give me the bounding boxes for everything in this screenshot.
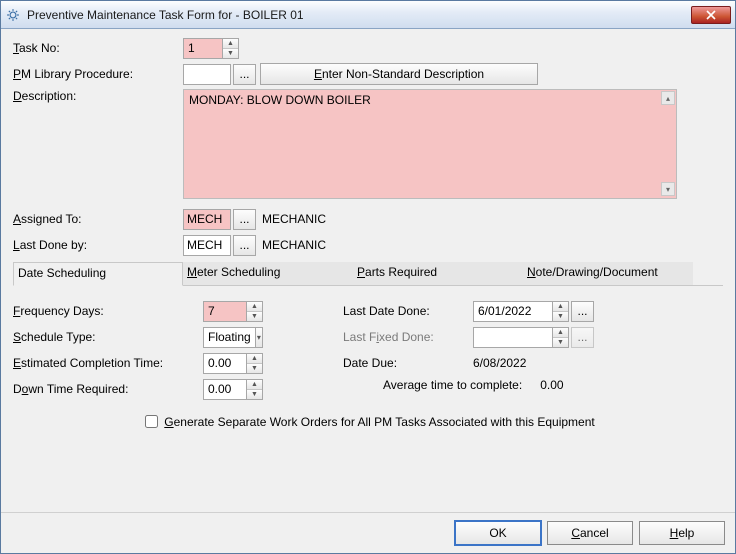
scroll-up-icon[interactable]: ▴ <box>661 91 675 105</box>
label-task-no: Task No: <box>13 41 183 55</box>
spin-down-icon[interactable]: ▼ <box>247 312 262 321</box>
label-avg-time: Average time to complete: <box>383 378 522 392</box>
spin-down-icon[interactable]: ▼ <box>247 364 262 373</box>
label-schedule-type: Schedule Type: <box>13 330 203 344</box>
ok-button[interactable]: OK <box>455 521 541 545</box>
form-body: Task No: ▲▼ PM Library Procedure: ... En… <box>1 29 735 512</box>
down-time-input[interactable] <box>204 380 246 399</box>
spin-up-icon[interactable]: ▲ <box>223 39 238 49</box>
last-date-done-spinner[interactable]: ▲▼ <box>473 301 569 322</box>
description-wrap: MONDAY: BLOW DOWN BOILER ▴ ▾ <box>183 89 677 202</box>
label-last-fixed-done: Last Fixed Done: <box>343 330 473 344</box>
spinner-buttons[interactable]: ▲▼ <box>552 302 568 321</box>
down-time-spinner[interactable]: ▲▼ <box>203 379 263 400</box>
task-no-input[interactable] <box>184 39 222 58</box>
schedule-type-combo[interactable]: Floating ▾ <box>203 327 263 348</box>
label-ect: Estimated Completion Time: <box>13 356 203 370</box>
tabstrip: Date Scheduling Meter Scheduling Parts R… <box>13 262 723 286</box>
label-frequency-days: Frequency Days: <box>13 304 203 318</box>
last-fixed-done-input[interactable] <box>474 328 552 347</box>
spin-up-icon[interactable]: ▲ <box>553 302 568 312</box>
spinner-buttons[interactable]: ▲▼ <box>222 39 238 58</box>
assigned-to-display: MECHANIC <box>256 212 326 226</box>
last-fixed-done-spinner[interactable]: ▲▼ <box>473 327 569 348</box>
ect-spinner[interactable]: ▲▼ <box>203 353 263 374</box>
gear-icon <box>5 7 21 23</box>
avg-time-value: 0.00 <box>540 378 563 392</box>
assigned-to-browse-button[interactable]: ... <box>233 209 256 230</box>
spin-down-icon[interactable]: ▼ <box>553 312 568 321</box>
titlebar[interactable]: Preventive Maintenance Task Form for - B… <box>1 1 735 29</box>
pm-library-input[interactable] <box>183 64 231 85</box>
last-date-done-browse-button[interactable]: ... <box>571 301 594 322</box>
label-date-due: Date Due: <box>343 356 473 370</box>
last-date-done-input[interactable] <box>474 302 552 321</box>
cancel-button[interactable]: Cancel <box>547 521 633 545</box>
spin-down-icon[interactable]: ▼ <box>247 390 262 399</box>
spinner-buttons[interactable]: ▲▼ <box>246 354 262 373</box>
spin-down-icon[interactable]: ▼ <box>553 338 568 347</box>
label-down-time: Down Time Required: <box>13 382 203 396</box>
frequency-days-spinner[interactable]: ▲▼ <box>203 301 263 322</box>
date-due-value: 6/08/2022 <box>473 356 526 370</box>
description-textarea[interactable]: MONDAY: BLOW DOWN BOILER <box>183 89 677 199</box>
tab-parts-required[interactable]: Parts Required <box>353 262 523 285</box>
spinner-buttons[interactable]: ▲▼ <box>246 302 262 321</box>
scroll-down-icon[interactable]: ▾ <box>661 182 675 196</box>
spin-up-icon[interactable]: ▲ <box>247 302 262 312</box>
spin-down-icon[interactable]: ▼ <box>223 49 238 58</box>
label-assigned-to: Assigned To: <box>13 212 183 226</box>
spin-up-icon[interactable]: ▲ <box>553 328 568 338</box>
label-generate-separate: Generate Separate Work Orders for All PM… <box>164 415 594 429</box>
pm-library-browse-button[interactable]: ... <box>233 64 256 85</box>
frequency-days-input[interactable] <box>204 302 246 321</box>
last-done-by-browse-button[interactable]: ... <box>233 235 256 256</box>
window-title: Preventive Maintenance Task Form for - B… <box>27 8 691 22</box>
label-description: Description: <box>13 89 183 103</box>
label-last-date-done: Last Date Done: <box>343 304 473 318</box>
task-no-spinner[interactable]: ▲▼ <box>183 38 239 59</box>
tab-note-drawing-document[interactable]: Note/Drawing/Document <box>523 262 693 285</box>
last-done-by-input[interactable] <box>183 235 231 256</box>
spinner-buttons[interactable]: ▲▼ <box>552 328 568 347</box>
tab-meter-scheduling[interactable]: Meter Scheduling <box>183 262 353 285</box>
tab-panel-date-scheduling: Frequency Days: ▲▼ Schedule Type: Floati… <box>13 286 723 431</box>
label-pm-library: PM Library Procedure: <box>13 67 183 81</box>
last-done-by-display: MECHANIC <box>256 238 326 252</box>
generate-separate-checkbox[interactable] <box>145 415 158 428</box>
label-last-done-by: Last Done by: <box>13 238 183 252</box>
enter-nonstandard-button[interactable]: Enter Non-Standard Description <box>260 63 538 85</box>
close-button[interactable] <box>691 6 731 24</box>
spin-up-icon[interactable]: ▲ <box>247 380 262 390</box>
spinner-buttons[interactable]: ▲▼ <box>246 380 262 399</box>
chevron-down-icon[interactable]: ▾ <box>255 328 262 347</box>
tab-date-scheduling[interactable]: Date Scheduling <box>13 262 183 286</box>
spin-up-icon[interactable]: ▲ <box>247 354 262 364</box>
ect-input[interactable] <box>204 354 246 373</box>
assigned-to-input[interactable] <box>183 209 231 230</box>
help-button[interactable]: Help <box>639 521 725 545</box>
window-root: Preventive Maintenance Task Form for - B… <box>0 0 736 554</box>
schedule-type-value: Floating <box>204 328 255 347</box>
last-fixed-done-browse-button: ... <box>571 327 594 348</box>
dialog-footer: OK Cancel Help <box>1 512 735 553</box>
